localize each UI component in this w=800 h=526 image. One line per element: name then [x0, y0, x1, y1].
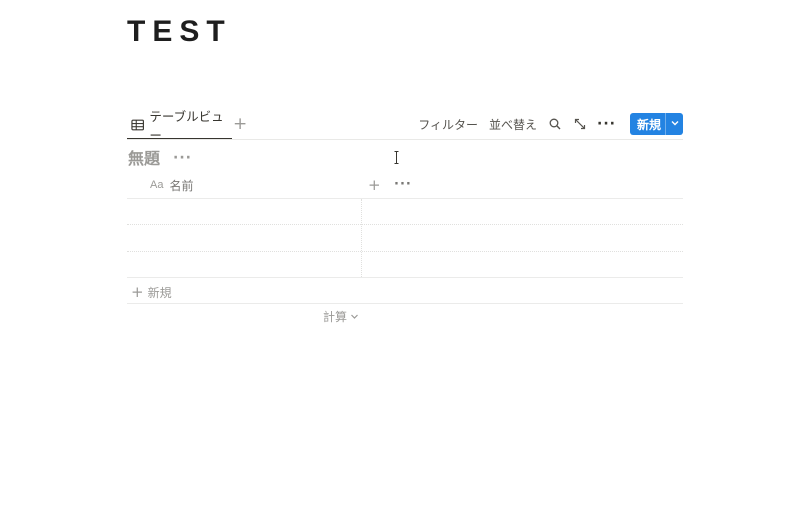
add-row-label: 新規 [147, 285, 172, 300]
column-header-label: 名前 [169, 178, 194, 193]
tab-table-view[interactable]: テーブルビュー [127, 109, 232, 143]
calculate-button[interactable]: 計算 [323, 308, 359, 325]
search-button[interactable] [548, 117, 562, 131]
search-icon [549, 118, 561, 130]
table-icon [131, 119, 144, 131]
new-button-label: 新規 [637, 117, 662, 132]
column-menu-button[interactable]: ··· [394, 177, 412, 193]
add-view-button[interactable]: + [233, 114, 247, 134]
filter-button[interactable]: フィルター [418, 116, 478, 133]
expand-icon [574, 118, 586, 130]
view-bar-divider [127, 139, 683, 140]
add-column-button[interactable]: + [368, 176, 381, 194]
chevron-down-icon[interactable] [669, 117, 681, 129]
chevron-down-icon [351, 314, 358, 319]
new-button-divider [665, 113, 666, 135]
calculate-label: 計算 [323, 310, 348, 324]
page: TEST テーブルビュー + フィルター 並べ替え ··· 新規 無題 ··· … [0, 0, 800, 526]
database-title-menu[interactable]: ··· [173, 150, 192, 166]
plus-icon: + [131, 283, 144, 301]
table-row[interactable] [127, 252, 683, 277]
page-title[interactable]: TEST [127, 12, 232, 52]
expand-button[interactable] [573, 117, 587, 131]
column-header-name[interactable]: Aa 名前 [150, 176, 193, 194]
view-toolbar: フィルター 並べ替え ··· 新規 [407, 113, 683, 135]
text-property-icon: Aa [150, 179, 164, 191]
table-row[interactable] [127, 199, 683, 224]
add-row-button[interactable]: + 新規 [131, 283, 172, 301]
more-icon[interactable]: ··· [597, 117, 616, 131]
view-bar: テーブルビュー + フィルター 並べ替え ··· 新規 [127, 109, 683, 143]
footer-divider [127, 303, 683, 304]
database-title[interactable]: 無題 [128, 147, 160, 171]
table-row[interactable] [127, 225, 683, 251]
text-cursor-icon [394, 151, 399, 164]
row-divider [127, 277, 683, 278]
new-button[interactable]: 新規 [630, 113, 683, 135]
sort-button[interactable]: 並べ替え [489, 116, 537, 133]
